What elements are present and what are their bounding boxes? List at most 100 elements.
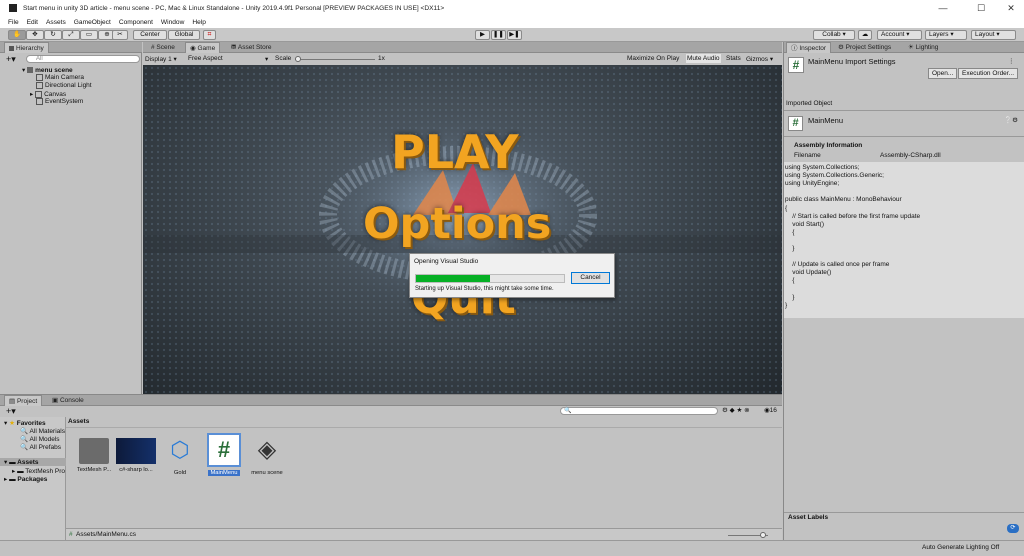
tab-lighting[interactable]: ☀ Lighting (904, 42, 942, 53)
asset-textmesh-pro-folder[interactable]: TextMesh P... (72, 433, 116, 473)
cancel-button[interactable]: Cancel (571, 272, 610, 284)
asset-label: TextMesh P... (76, 467, 112, 473)
kebab-menu-icon[interactable]: ⋮ (1008, 57, 1015, 65)
project-search-input[interactable]: 🔍 (560, 407, 718, 415)
tab-inspector[interactable]: ⓘ Inspector (786, 42, 832, 53)
rotate-tool-icon[interactable]: ↻ (44, 30, 62, 40)
main-toolbar: ✋ ✥ ↻ ⤢ ▭ ⊕ ✂ Center Global ⌗ ▶ ❚❚ ▶❚ Co… (0, 28, 1024, 42)
stats-toggle[interactable]: Stats (726, 55, 741, 62)
code-line: } (785, 293, 795, 301)
code-line: { (785, 228, 795, 236)
pause-button[interactable]: ❚❚ (491, 30, 506, 40)
menu-help[interactable]: Help (192, 19, 206, 26)
asset-csharp-logo[interactable]: c#-sharp lo... (114, 433, 158, 473)
hierarchy-item-label: EventSystem (45, 98, 84, 106)
play-menu-text[interactable]: PLAY (391, 125, 519, 179)
move-tool-icon[interactable]: ✥ (26, 30, 44, 40)
code-line: public class MainMenu : MonoBehaviour (785, 196, 902, 204)
code-line: using System.Collections; (785, 164, 860, 171)
maximize-on-play-toggle[interactable]: Maximize On Play (627, 55, 679, 62)
gizmos-dropdown[interactable]: Gizmos ▾ (746, 55, 773, 63)
cloud-icon[interactable]: ☁ (858, 30, 872, 40)
tab-console[interactable]: ▣ Console (48, 395, 88, 406)
code-line: using UnityEngine; (785, 180, 840, 188)
play-button[interactable]: ▶ (475, 30, 490, 40)
hierarchy-search-input[interactable]: All (26, 55, 140, 63)
hierarchy-item-label: Canvas (44, 91, 67, 98)
star-icon: ★ (9, 420, 15, 427)
packages-root[interactable]: ▸ ▬ Packages (4, 475, 47, 483)
open-button[interactable]: Open... (928, 68, 958, 79)
snap-icon[interactable]: ⌗ (203, 30, 216, 40)
tab-game[interactable]: ◉ Game (185, 42, 221, 53)
mute-audio-toggle[interactable]: Mute Audio (686, 54, 721, 63)
menu-file[interactable]: File (8, 19, 19, 26)
scale-tool-icon[interactable]: ⤢ (62, 30, 80, 40)
inspector-title: MainMenu Import Settings (808, 57, 896, 66)
tab-hierarchy[interactable]: Hierarchy (4, 42, 49, 53)
icon-size-slider-handle[interactable] (760, 532, 766, 538)
scale-slider[interactable] (295, 59, 375, 60)
tab-asset-store[interactable]: ⛃ Asset Store (227, 42, 276, 53)
collab-status-icon[interactable]: ⟳ (1007, 524, 1019, 533)
hierarchy-item-main-camera[interactable]: Main Camera (36, 74, 84, 81)
help-icon[interactable]: ❔⚙ (1004, 116, 1018, 124)
menu-edit[interactable]: Edit (27, 19, 38, 26)
custom-tool-icon[interactable]: ✂ (112, 30, 128, 40)
assets-root[interactable]: ▾ ▬ Assets (0, 458, 66, 466)
progress-fill (416, 275, 490, 282)
list-icon (9, 45, 14, 51)
favorite-all-materials[interactable]: 🔍 All Materials (20, 427, 65, 435)
code-line: { (785, 277, 795, 285)
rect-tool-icon[interactable]: ▭ (80, 30, 98, 40)
game-viewport[interactable]: PLAY Options Quit (143, 65, 782, 394)
divider (784, 110, 1024, 111)
display-dropdown[interactable]: Display 1 ▾ (145, 55, 185, 63)
menu-window[interactable]: Window (161, 19, 184, 26)
tab-scene[interactable]: # Scene (147, 42, 179, 53)
maximize-button[interactable]: ☐ (968, 0, 994, 16)
pivot-center-toggle[interactable]: Center (133, 30, 167, 40)
favorite-all-prefabs[interactable]: 🔍 All Prefabs (20, 443, 61, 451)
favorites-root[interactable]: ▾ ★ Favorites (4, 419, 46, 427)
game-view-header: # Scene ◉ Game ⛃ Asset Store Display 1 ▾… (143, 42, 782, 65)
menu-gameobject[interactable]: GameObject (74, 19, 111, 26)
pivot-global-toggle[interactable]: Global (168, 30, 200, 40)
minimize-button[interactable]: — (930, 0, 956, 16)
menu-assets[interactable]: Assets (46, 19, 66, 26)
step-button[interactable]: ▶❚ (507, 30, 522, 40)
collab-dropdown[interactable]: Collab ▾ (813, 30, 855, 40)
close-button[interactable]: ✕ (998, 0, 1024, 16)
filter-icons[interactable]: ⚙ ◆ ★ ⊗ (722, 406, 750, 414)
scene-name: menu scene (35, 67, 73, 74)
hierarchy-item-directional-light[interactable]: Directional Light (36, 82, 92, 89)
folder-icon: ▬ (9, 459, 16, 466)
asset-label: c#-sharp lo... (119, 467, 153, 473)
favorite-all-models[interactable]: 🔍 All Models (20, 435, 60, 443)
create-button[interactable]: +▾ (6, 54, 16, 65)
gizmos-label: Gizmos (746, 56, 769, 63)
create-asset-button[interactable]: +▾ (6, 406, 16, 417)
code-line: void Update() (785, 269, 832, 277)
asset-mainmenu[interactable]: # MainMenu (202, 433, 246, 476)
tab-project[interactable]: ▤ Project (4, 395, 43, 406)
hierarchy-item-canvas[interactable]: ▸ Canvas (30, 90, 66, 98)
layers-dropdown[interactable]: Layers ▾ (925, 30, 967, 40)
tab-console-label: Console (59, 397, 84, 404)
account-dropdown[interactable]: Account ▾ (877, 30, 922, 40)
display-label: Display 1 (145, 56, 172, 63)
menu-component[interactable]: Component (119, 19, 153, 26)
hand-tool-icon[interactable]: ✋ (8, 30, 26, 40)
hierarchy-item-eventsystem[interactable]: EventSystem (36, 98, 83, 105)
tab-project-settings[interactable]: ⚙ Project Settings (834, 42, 895, 53)
aspect-dropdown[interactable]: Free Aspect ▾ (188, 55, 270, 63)
asset-menu-scene[interactable]: ◈ menu scene (245, 433, 289, 476)
scale-slider-handle[interactable] (295, 56, 301, 62)
scene-root[interactable]: ▾ menu scene (22, 66, 73, 74)
asset-label: Gold (173, 470, 187, 476)
layout-dropdown[interactable]: Layout ▾ (971, 30, 1016, 40)
folder-textmesh-pro[interactable]: ▸ ▬ TextMesh Pro (12, 467, 65, 475)
execution-order-button[interactable]: Execution Order... (958, 68, 1019, 79)
asset-gold[interactable]: ⬡ Gold (158, 433, 202, 476)
options-menu-text[interactable]: Options (363, 199, 551, 249)
